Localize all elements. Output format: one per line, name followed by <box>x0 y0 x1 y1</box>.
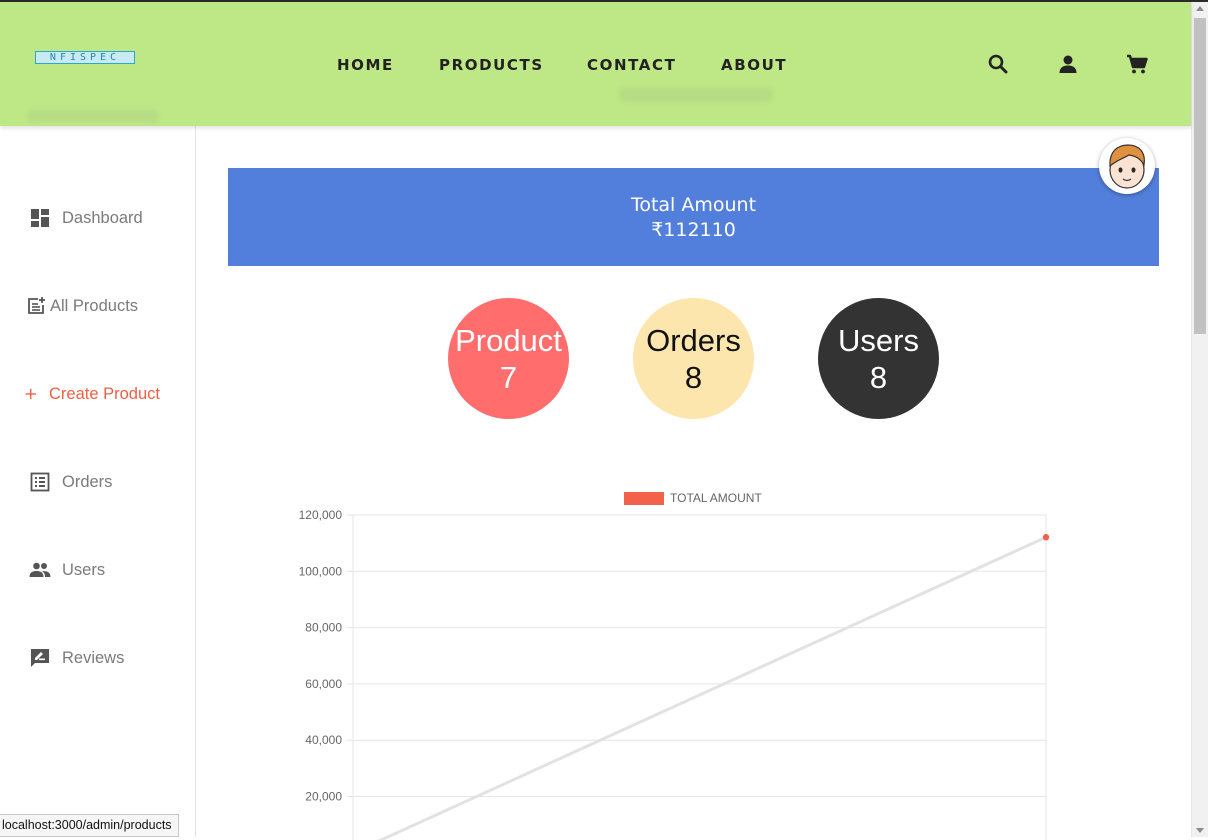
blurred-overlay <box>28 110 158 122</box>
nav-products[interactable]: PRODUCTS <box>439 56 544 74</box>
sidebar-item-reviews[interactable]: Reviews <box>28 646 124 670</box>
series-line <box>377 535 1047 840</box>
stat-label: Users <box>838 322 919 358</box>
y-tick-label: 40,000 <box>305 733 342 747</box>
y-tick-label: 60,000 <box>305 677 342 691</box>
top-header: NFISPEC HOME PRODUCTS CONTACT ABOUT <box>0 2 1191 126</box>
people-icon <box>29 562 51 577</box>
stat-value: 8 <box>684 359 703 395</box>
y-tick-label: 20,000 <box>305 790 342 804</box>
y-tick-label: 120,000 <box>299 508 343 522</box>
sidebar-item-orders[interactable]: Orders <box>28 470 112 494</box>
rate-review-icon <box>31 649 49 667</box>
total-amount-value: ₹112110 <box>651 219 736 241</box>
nav-about[interactable]: ABOUT <box>721 56 787 74</box>
site-logo[interactable]: NFISPEC <box>35 51 135 64</box>
sidebar-item-create-product[interactable]: Create Product <box>24 382 160 406</box>
sidebar-item-label: Users <box>62 560 106 579</box>
status-bar-url: localhost:3000/admin/products <box>0 814 179 837</box>
stat-value: 7 <box>499 359 518 395</box>
legend-swatch <box>624 492 664 505</box>
legend-label: TOTAL AMOUNT <box>670 491 762 505</box>
stat-value: 8 <box>869 359 888 395</box>
list-alt-icon <box>30 472 50 492</box>
orders-count-card[interactable]: Orders 8 <box>633 298 754 419</box>
search-icon[interactable] <box>986 52 1010 76</box>
avatar[interactable] <box>1099 138 1155 194</box>
post-add-icon <box>28 297 45 314</box>
nav-contact[interactable]: CONTACT <box>587 56 676 74</box>
sidebar-item-label: Dashboard <box>62 208 143 227</box>
cart-icon[interactable] <box>1125 52 1149 76</box>
sidebar-item-label: Orders <box>62 472 113 491</box>
users-count-card[interactable]: Users 8 <box>818 298 939 419</box>
data-point <box>1042 534 1050 541</box>
stat-label: Product <box>455 322 562 358</box>
total-amount-title: Total Amount <box>630 194 757 216</box>
sidebar-item-label: Create Product <box>49 384 160 403</box>
dashboard-icon <box>31 209 49 227</box>
y-tick-label: 80,000 <box>305 621 342 635</box>
product-count-card[interactable]: Product 7 <box>448 298 569 419</box>
admin-sidebar: Dashboard All Products Create Product Or… <box>0 126 196 837</box>
sidebar-item-users[interactable]: Users <box>28 558 105 582</box>
stat-label: Orders <box>646 322 741 358</box>
cartoon-boy-icon <box>1109 144 1145 189</box>
scroll-down-arrow-icon[interactable] <box>1196 828 1204 833</box>
total-amount-banner: Total Amount ₹112110 <box>228 168 1159 266</box>
sidebar-item-label: Reviews <box>62 648 125 667</box>
plus-icon <box>25 388 36 400</box>
sidebar-item-label: All Products <box>50 296 139 315</box>
nav-home[interactable]: HOME <box>337 56 394 74</box>
y-tick-label: 100,000 <box>299 564 343 578</box>
sidebar-item-all-products[interactable]: All Products <box>24 294 138 318</box>
blurred-overlay <box>620 88 772 102</box>
vertical-scrollbar[interactable] <box>1191 2 1208 837</box>
total-amount-line-chart: TOTAL AMOUNT 120,000 100,000 80,000 60,000 40… <box>299 491 1050 840</box>
user-icon[interactable] <box>1056 52 1080 76</box>
scroll-thumb[interactable] <box>1194 18 1206 334</box>
scroll-up-arrow-icon[interactable] <box>1196 6 1204 11</box>
sidebar-item-dashboard[interactable]: Dashboard <box>28 206 143 230</box>
